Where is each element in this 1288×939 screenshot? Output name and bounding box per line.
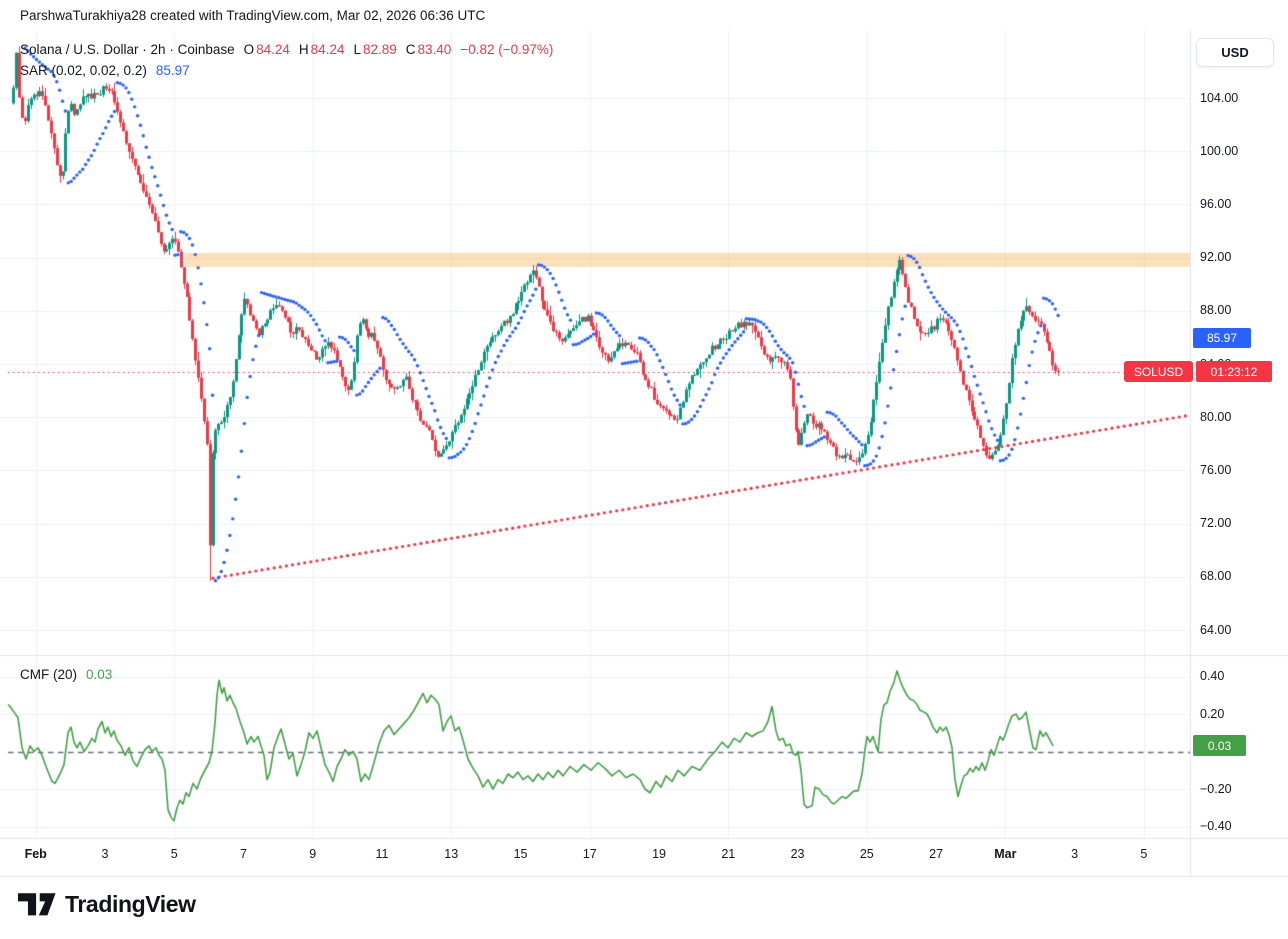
tradingview-snapshot: ParshwaTurakhiya28 created with TradingV… <box>0 0 1288 939</box>
sar-value: 85.97 <box>156 63 190 78</box>
price-axis-label: 72.00 <box>1200 516 1231 530</box>
high-value: 84.24 <box>311 42 345 57</box>
candle-countdown-badge: 01:23:12 <box>1196 361 1272 382</box>
close-value: 83.40 <box>418 42 452 57</box>
time-axis-label: 5 <box>171 847 178 861</box>
price-axis-label: 104.00 <box>1200 91 1238 105</box>
time-axis-label: 15 <box>514 847 528 861</box>
time-axis-label: 7 <box>240 847 247 861</box>
symbol-badge: SOLUSD <box>1124 361 1193 382</box>
time-axis-label: 23 <box>791 847 805 861</box>
time-axis-label: Mar <box>994 847 1016 861</box>
open-value: 84.24 <box>256 42 290 57</box>
cmf-axis-label: 0.20 <box>1200 707 1224 721</box>
sar-indicator-legend[interactable]: SAR (0.02, 0.02, 0.2) 85.97 <box>20 63 190 78</box>
time-axis-label: 3 <box>1071 847 1078 861</box>
time-axis-label: 21 <box>721 847 735 861</box>
price-axis-label: 64.00 <box>1200 623 1231 637</box>
time-axis-label: 3 <box>101 847 108 861</box>
cmf-value: 0.03 <box>86 667 112 682</box>
time-axis-label: Feb <box>25 847 47 861</box>
cmf-title[interactable]: CMF (20) <box>20 667 77 682</box>
attribution-text: ParshwaTurakhiya28 created with TradingV… <box>20 8 485 23</box>
time-axis-label: 27 <box>929 847 943 861</box>
time-axis-label: 17 <box>583 847 597 861</box>
symbol-title[interactable]: Solana / U.S. Dollar · 2h · Coinbase <box>20 42 235 57</box>
open-label: O <box>244 42 255 57</box>
low-label: L <box>353 42 361 57</box>
time-axis-label: 19 <box>652 847 666 861</box>
price-axis-label: 68.00 <box>1200 569 1231 583</box>
cmf-axis-label: −0.20 <box>1200 782 1232 796</box>
cmf-axis-label: −0.40 <box>1200 819 1232 833</box>
sar-title[interactable]: SAR (0.02, 0.02, 0.2) <box>20 63 147 78</box>
tradingview-logo-icon <box>18 892 56 917</box>
ohlc-high: H 84.24 <box>299 42 345 57</box>
price-axis-label: 92.00 <box>1200 250 1231 264</box>
cmf-value-badge: 0.03 <box>1193 735 1246 756</box>
price-axis-label: 76.00 <box>1200 463 1231 477</box>
ohlc-open: O 84.24 <box>244 42 290 57</box>
tradingview-logo[interactable]: TradingView <box>18 891 196 918</box>
ohlc-low: L 82.89 <box>353 42 396 57</box>
currency-usd-button[interactable]: USD <box>1196 38 1274 67</box>
time-axis-label: 9 <box>309 847 316 861</box>
chart-canvas[interactable] <box>0 0 1288 939</box>
tradingview-logo-text: TradingView <box>65 891 196 918</box>
price-axis-label: 96.00 <box>1200 197 1231 211</box>
time-axis-label: 13 <box>444 847 458 861</box>
ohlc-close: C 83.40 <box>406 42 452 57</box>
price-axis-label: 100.00 <box>1200 144 1238 158</box>
close-label: C <box>406 42 416 57</box>
low-value: 82.89 <box>363 42 397 57</box>
time-axis-label: 11 <box>376 847 389 861</box>
price-axis-label: 80.00 <box>1200 410 1231 424</box>
time-axis-label: 25 <box>860 847 874 861</box>
symbol-legend[interactable]: Solana / U.S. Dollar · 2h · Coinbase O 8… <box>20 42 553 57</box>
change-value: −0.82 (−0.97%) <box>460 42 553 57</box>
sar-price-badge: 85.97 <box>1193 328 1251 348</box>
price-axis-label: 88.00 <box>1200 303 1231 317</box>
high-label: H <box>299 42 309 57</box>
cmf-indicator-legend[interactable]: CMF (20) 0.03 <box>20 667 112 682</box>
time-axis-label: 5 <box>1140 847 1147 861</box>
cmf-axis-label: 0.40 <box>1200 669 1224 683</box>
